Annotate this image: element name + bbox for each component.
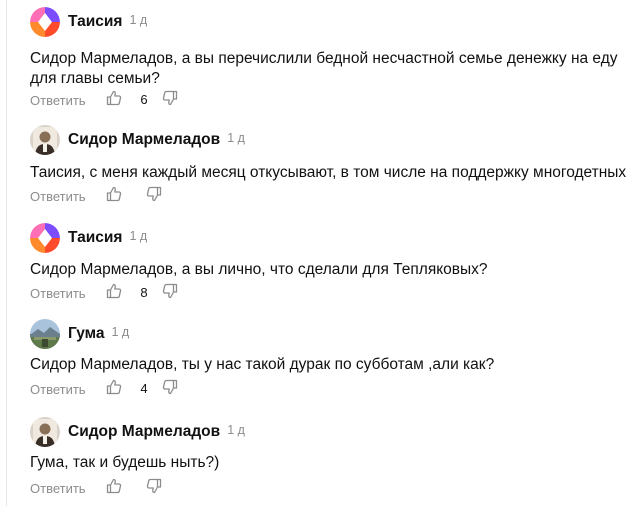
comment-actions: Ответить 6 bbox=[30, 90, 230, 110]
comment-header: Сидор Мармеладов 1 д bbox=[30, 124, 245, 156]
comment-header: Сидор Мармеладов 1 д bbox=[30, 416, 245, 448]
comment-actions: Ответить bbox=[30, 186, 230, 206]
comment-time: 1 д bbox=[111, 325, 130, 339]
thread-line bbox=[6, 0, 7, 506]
comment-text-line: Сидор Мармеладов, ты у нас такой дурак п… bbox=[30, 356, 495, 373]
like-count: 4 bbox=[140, 381, 148, 396]
comment-header: Таисия 1 д bbox=[30, 6, 147, 38]
avatar[interactable] bbox=[30, 7, 60, 37]
author-name[interactable]: Сидор Мармеладов bbox=[68, 131, 220, 149]
comment-time: 1 д bbox=[227, 423, 245, 437]
comment-header: Таисия 1 д bbox=[30, 222, 147, 254]
comment-text-line: Гума, так и будешь ныть?) bbox=[30, 454, 220, 471]
comment-text: Таисия, с меня каждый месяц откусывают, … bbox=[30, 163, 626, 183]
comment-time: 1 д bbox=[227, 131, 245, 145]
avatar[interactable] bbox=[30, 417, 60, 447]
comment-text: Сидор Мармеладов, а вы перечислили бедно… bbox=[30, 49, 618, 89]
thumbs-up-icon[interactable] bbox=[106, 186, 122, 202]
like-count: 8 bbox=[140, 285, 148, 300]
comment-text-line: Сидор Мармеладов, а вы лично, что сделал… bbox=[30, 261, 488, 278]
comment: Сидор Мармеладов 1 д Таисия, с меня кажд… bbox=[30, 124, 640, 208]
comment-text-line: Таисия, с меня каждый месяц откусывают, … bbox=[30, 164, 627, 181]
thumbs-down-icon[interactable] bbox=[146, 478, 162, 494]
comment-text-line: для главы семьи? bbox=[30, 70, 160, 87]
thumbs-down-icon[interactable] bbox=[146, 186, 162, 202]
reply-button[interactable]: Ответить bbox=[30, 189, 86, 204]
comment-actions: Ответить bbox=[30, 478, 230, 498]
avatar[interactable] bbox=[30, 125, 60, 155]
comment-header: Гума 1 д bbox=[30, 318, 129, 350]
thumbs-up-icon[interactable] bbox=[106, 478, 122, 494]
comment-actions: Ответить 4 bbox=[30, 379, 230, 399]
comment-text: Сидор Мармеладов, а вы лично, что сделал… bbox=[30, 260, 488, 280]
comment-text: Сидор Мармеладов, ты у нас такой дурак п… bbox=[30, 355, 494, 375]
thumbs-up-icon[interactable] bbox=[106, 283, 122, 299]
comment-text-line: Сидор Мармеладов, а вы перечислили бедно… bbox=[30, 50, 618, 67]
like-count: 6 bbox=[140, 92, 148, 107]
reply-button[interactable]: Ответить bbox=[30, 382, 86, 397]
reply-button[interactable]: Ответить bbox=[30, 286, 86, 301]
comment: Гума 1 д Сидор Мармеладов, ты у нас тако… bbox=[30, 318, 640, 402]
comment-text: Гума, так и будешь ныть?) bbox=[30, 453, 219, 473]
thumbs-down-icon[interactable] bbox=[162, 90, 178, 106]
comment: Таисия 1 д Сидор Мармеладов, а вы лично,… bbox=[30, 222, 640, 306]
author-name[interactable]: Таисия bbox=[68, 229, 122, 247]
reply-button[interactable]: Ответить bbox=[30, 481, 86, 496]
thumbs-up-icon[interactable] bbox=[106, 90, 122, 106]
comment: Таисия 1 д Сидор Мармеладов, а вы перечи… bbox=[30, 6, 640, 110]
author-name[interactable]: Сидор Мармеладов bbox=[68, 423, 220, 441]
comment-time: 1 д bbox=[129, 13, 148, 27]
thumbs-down-icon[interactable] bbox=[162, 379, 178, 395]
author-name[interactable]: Таисия bbox=[68, 13, 122, 31]
thumbs-down-icon[interactable] bbox=[162, 283, 178, 299]
comment: Сидор Мармеладов 1 д Гума, так и будешь … bbox=[30, 416, 640, 500]
comment-actions: Ответить 8 bbox=[30, 283, 230, 303]
comment-time: 1 д bbox=[129, 229, 148, 243]
author-name[interactable]: Гума bbox=[68, 325, 105, 343]
thumbs-up-icon[interactable] bbox=[106, 379, 122, 395]
avatar[interactable] bbox=[30, 319, 60, 349]
reply-button[interactable]: Ответить bbox=[30, 93, 86, 108]
avatar[interactable] bbox=[30, 223, 60, 253]
